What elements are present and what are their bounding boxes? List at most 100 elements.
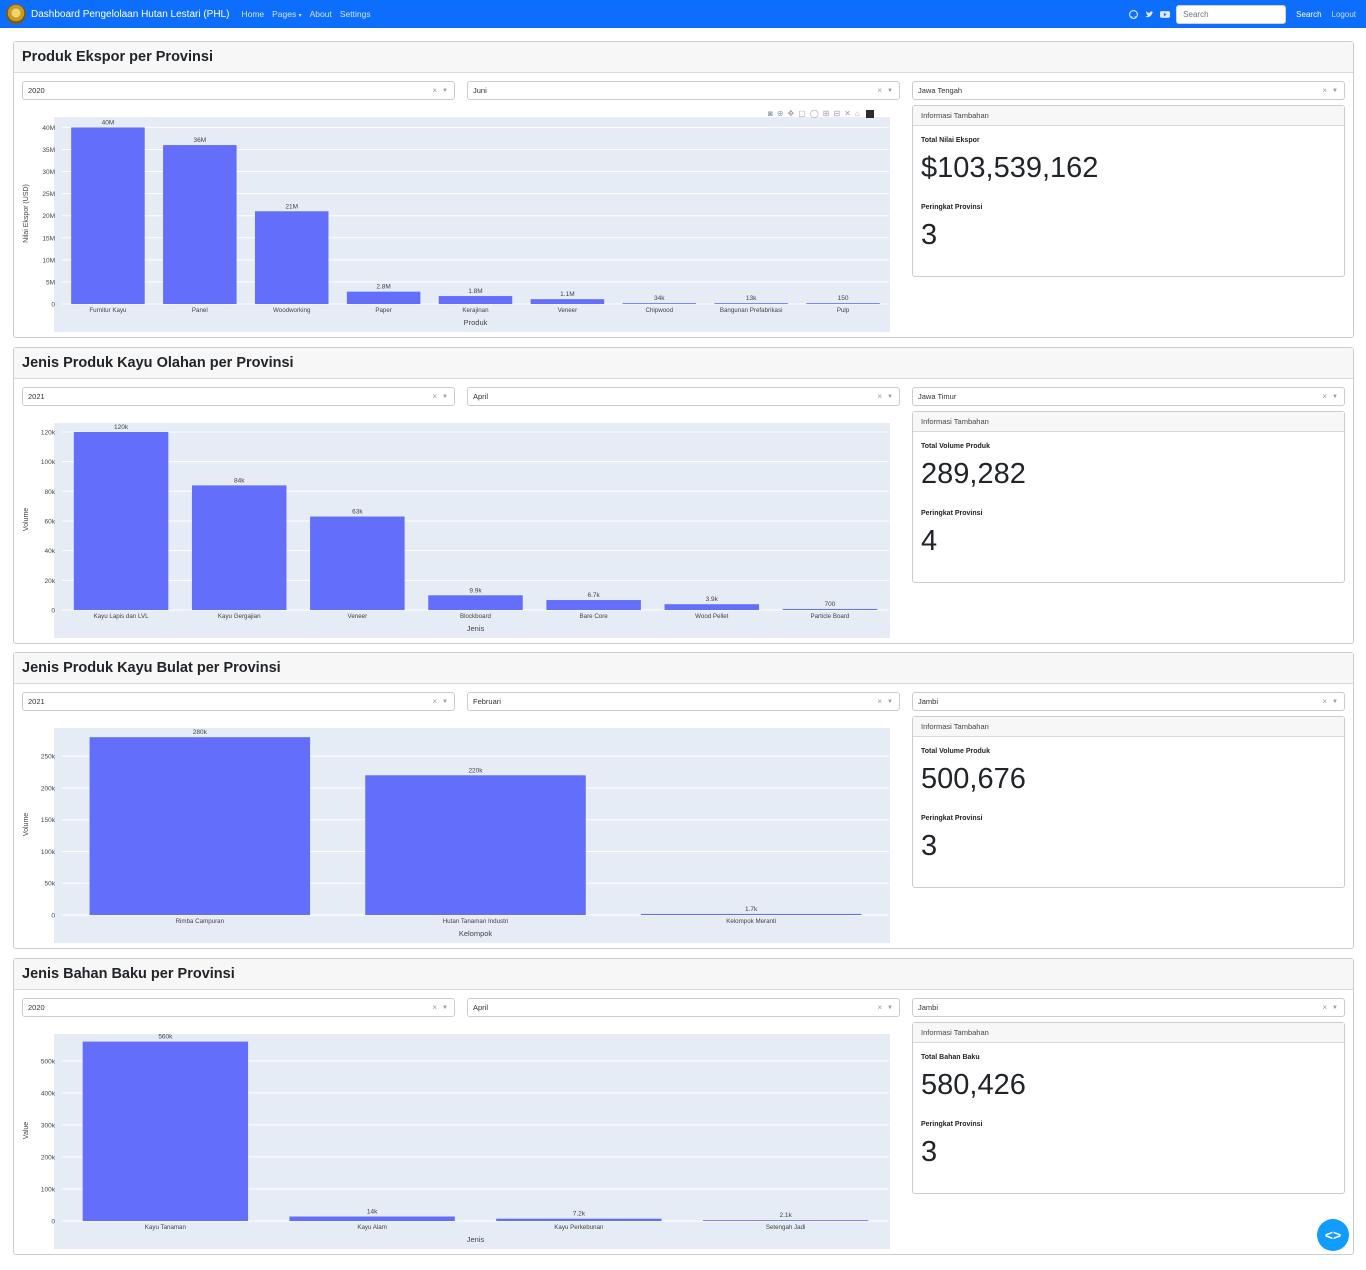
clear-icon[interactable]: ×	[432, 1003, 437, 1012]
chevron-down-icon[interactable]: ▼	[1332, 1005, 1338, 1011]
chart-svg[interactable]: 0 100k 200k 300k 400k 500k 560k Kayu Tanaman 14k…	[22, 1030, 892, 1250]
total-value: 580,426	[921, 1069, 1026, 1101]
bar-value-label: 150	[838, 295, 849, 302]
clear-icon[interactable]: ×	[1322, 1003, 1327, 1012]
bar-chart[interactable]: 0 5M 10M 15M 20M 25M 30M 35M 40M 40M Furnitur Kayu…	[22, 109, 892, 333]
y-axis-title: Value	[23, 1122, 30, 1139]
bar-value-label: 13k	[746, 295, 757, 302]
chevron-down-icon[interactable]: ▼	[442, 1005, 448, 1011]
year-dropdown[interactable]: 2021 × ▼	[22, 692, 455, 711]
brand[interactable]: Dashboard Pengelolaan Hutan Lestari (PHL…	[6, 4, 229, 24]
camera-icon[interactable]: ◙	[768, 109, 773, 118]
chevron-down-icon[interactable]: ▼	[1332, 394, 1338, 400]
nav-link-home[interactable]: Home	[241, 9, 264, 19]
chart-svg[interactable]: 0 5M 10M 15M 20M 25M 30M 35M 40M 40M Furnitur Kayu…	[22, 113, 892, 333]
bar	[191, 485, 287, 610]
reset-axes-icon[interactable]: ⌂	[855, 109, 860, 118]
card-header: Produk Ekspor per Provinsi	[14, 42, 1353, 73]
nav-link-pages[interactable]: Pages ▾	[272, 9, 302, 19]
total-value: 500,676	[921, 763, 1026, 795]
clear-icon[interactable]: ×	[432, 697, 437, 706]
chevron-down-icon[interactable]: ▼	[887, 394, 893, 400]
province-value: Jawa Timur	[918, 392, 957, 401]
autoscale-icon[interactable]: ✕	[844, 109, 851, 118]
chevron-down-icon[interactable]: ▼	[442, 88, 448, 94]
chevron-down-icon[interactable]: ▼	[442, 394, 448, 400]
y-tick-label: 60k	[45, 518, 56, 525]
search-button[interactable]: Search	[1296, 10, 1321, 19]
clear-icon[interactable]: ×	[1322, 86, 1327, 95]
twitter-icon[interactable]	[1144, 9, 1154, 19]
bar-value-label: 2.8M	[376, 284, 390, 291]
chevron-down-icon[interactable]: ▼	[1332, 88, 1338, 94]
youtube-icon[interactable]	[1160, 9, 1171, 19]
y-tick-label: 0	[51, 608, 55, 615]
bar	[438, 296, 513, 304]
zoom-out-icon[interactable]: ⊟	[833, 109, 840, 118]
province-dropdown[interactable]: Jawa Tengah × ▼	[912, 81, 1345, 100]
nav-link-settings[interactable]: Settings	[340, 9, 371, 19]
bar-chart[interactable]: 0 100k 200k 300k 400k 500k 560k Kayu Tanaman 14k…	[22, 1030, 892, 1250]
chart-svg[interactable]: 0 20k 40k 60k 80k 100k 120k 120k Kayu Lapis dan …	[22, 419, 892, 639]
rank-label: Peringkat Provinsi	[921, 815, 983, 822]
zoom-icon[interactable]: ⊕	[777, 109, 784, 118]
x-tick-label: Panel	[192, 307, 208, 314]
x-tick-label: Paper	[375, 307, 392, 314]
total-value: $103,539,162	[921, 152, 1099, 184]
box-select-icon[interactable]: ▢	[798, 109, 806, 118]
chevron-down-icon[interactable]: ▼	[1332, 699, 1338, 705]
pan-icon[interactable]: ✥	[788, 109, 795, 118]
year-dropdown[interactable]: 2020 × ▼	[22, 998, 455, 1017]
bar	[310, 516, 405, 610]
card-header: Jenis Bahan Baku per Provinsi	[14, 959, 1353, 990]
y-axis-title: Nilai Ekspor (USD)	[23, 184, 30, 243]
code-toggle-button[interactable]: <>	[1317, 1219, 1349, 1251]
year-dropdown[interactable]: 2020 × ▼	[22, 81, 455, 100]
bar-chart[interactable]: 0 50k 100k 150k 200k 250k 280k Rimba Campuran 22…	[22, 724, 892, 944]
province-dropdown[interactable]: Jambi × ▼	[912, 692, 1345, 711]
province-dropdown[interactable]: Jambi × ▼	[912, 998, 1345, 1017]
y-tick-label: 0	[51, 913, 55, 920]
lasso-icon[interactable]: ◯	[810, 109, 819, 118]
bar-chart[interactable]: 0 20k 40k 60k 80k 100k 120k 120k Kayu Lapis dan …	[22, 419, 892, 639]
month-dropdown[interactable]: April × ▼	[467, 998, 900, 1017]
filter-row: 2021 × ▼ April × ▼ Jawa Timur × ▼	[22, 387, 1346, 406]
month-value: April	[473, 392, 489, 401]
month-value: Juni	[473, 86, 487, 95]
month-dropdown[interactable]: April × ▼	[467, 387, 900, 406]
bar	[73, 431, 169, 610]
year-dropdown[interactable]: 2021 × ▼	[22, 387, 455, 406]
bar	[163, 145, 237, 304]
search-input[interactable]	[1176, 4, 1287, 24]
clear-icon[interactable]: ×	[877, 392, 882, 401]
clear-icon[interactable]: ×	[877, 697, 882, 706]
clear-icon[interactable]: ×	[1322, 697, 1327, 706]
chevron-down-icon[interactable]: ▼	[887, 88, 893, 94]
info-panel-header: Informasi Tambahan	[913, 106, 1344, 126]
bar-value-label: 34k	[654, 295, 665, 302]
info-panel: Informasi Tambahan Total Volume Produk 2…	[912, 411, 1345, 583]
zoom-in-icon[interactable]: ⊞	[823, 109, 830, 118]
chevron-down-icon[interactable]: ▼	[442, 699, 448, 705]
clear-icon[interactable]: ×	[432, 392, 437, 401]
github-icon[interactable]	[1128, 9, 1138, 19]
month-dropdown[interactable]: Februari × ▼	[467, 692, 900, 711]
province-dropdown[interactable]: Jawa Timur × ▼	[912, 387, 1345, 406]
y-tick-label: 10M	[42, 257, 55, 264]
clear-icon[interactable]: ×	[1322, 392, 1327, 401]
clear-icon[interactable]: ×	[432, 86, 437, 95]
month-dropdown[interactable]: Juni × ▼	[467, 81, 900, 100]
bar	[89, 737, 311, 915]
clear-icon[interactable]: ×	[877, 86, 882, 95]
chevron-down-icon[interactable]: ▼	[887, 699, 893, 705]
y-tick-label: 200k	[41, 785, 56, 792]
x-tick-label: Rimba Campuran	[176, 918, 225, 925]
y-tick-label: 0	[51, 302, 55, 309]
chart-svg[interactable]: 0 50k 100k 150k 200k 250k 280k Rimba Campuran 22…	[22, 724, 892, 944]
logout-link[interactable]: Logout	[1332, 10, 1356, 19]
nav-link-about[interactable]: About	[310, 9, 332, 19]
chevron-down-icon[interactable]: ▼	[887, 1005, 893, 1011]
plotly-logo-icon[interactable]	[865, 109, 874, 118]
bar	[714, 303, 788, 304]
clear-icon[interactable]: ×	[877, 1003, 882, 1012]
